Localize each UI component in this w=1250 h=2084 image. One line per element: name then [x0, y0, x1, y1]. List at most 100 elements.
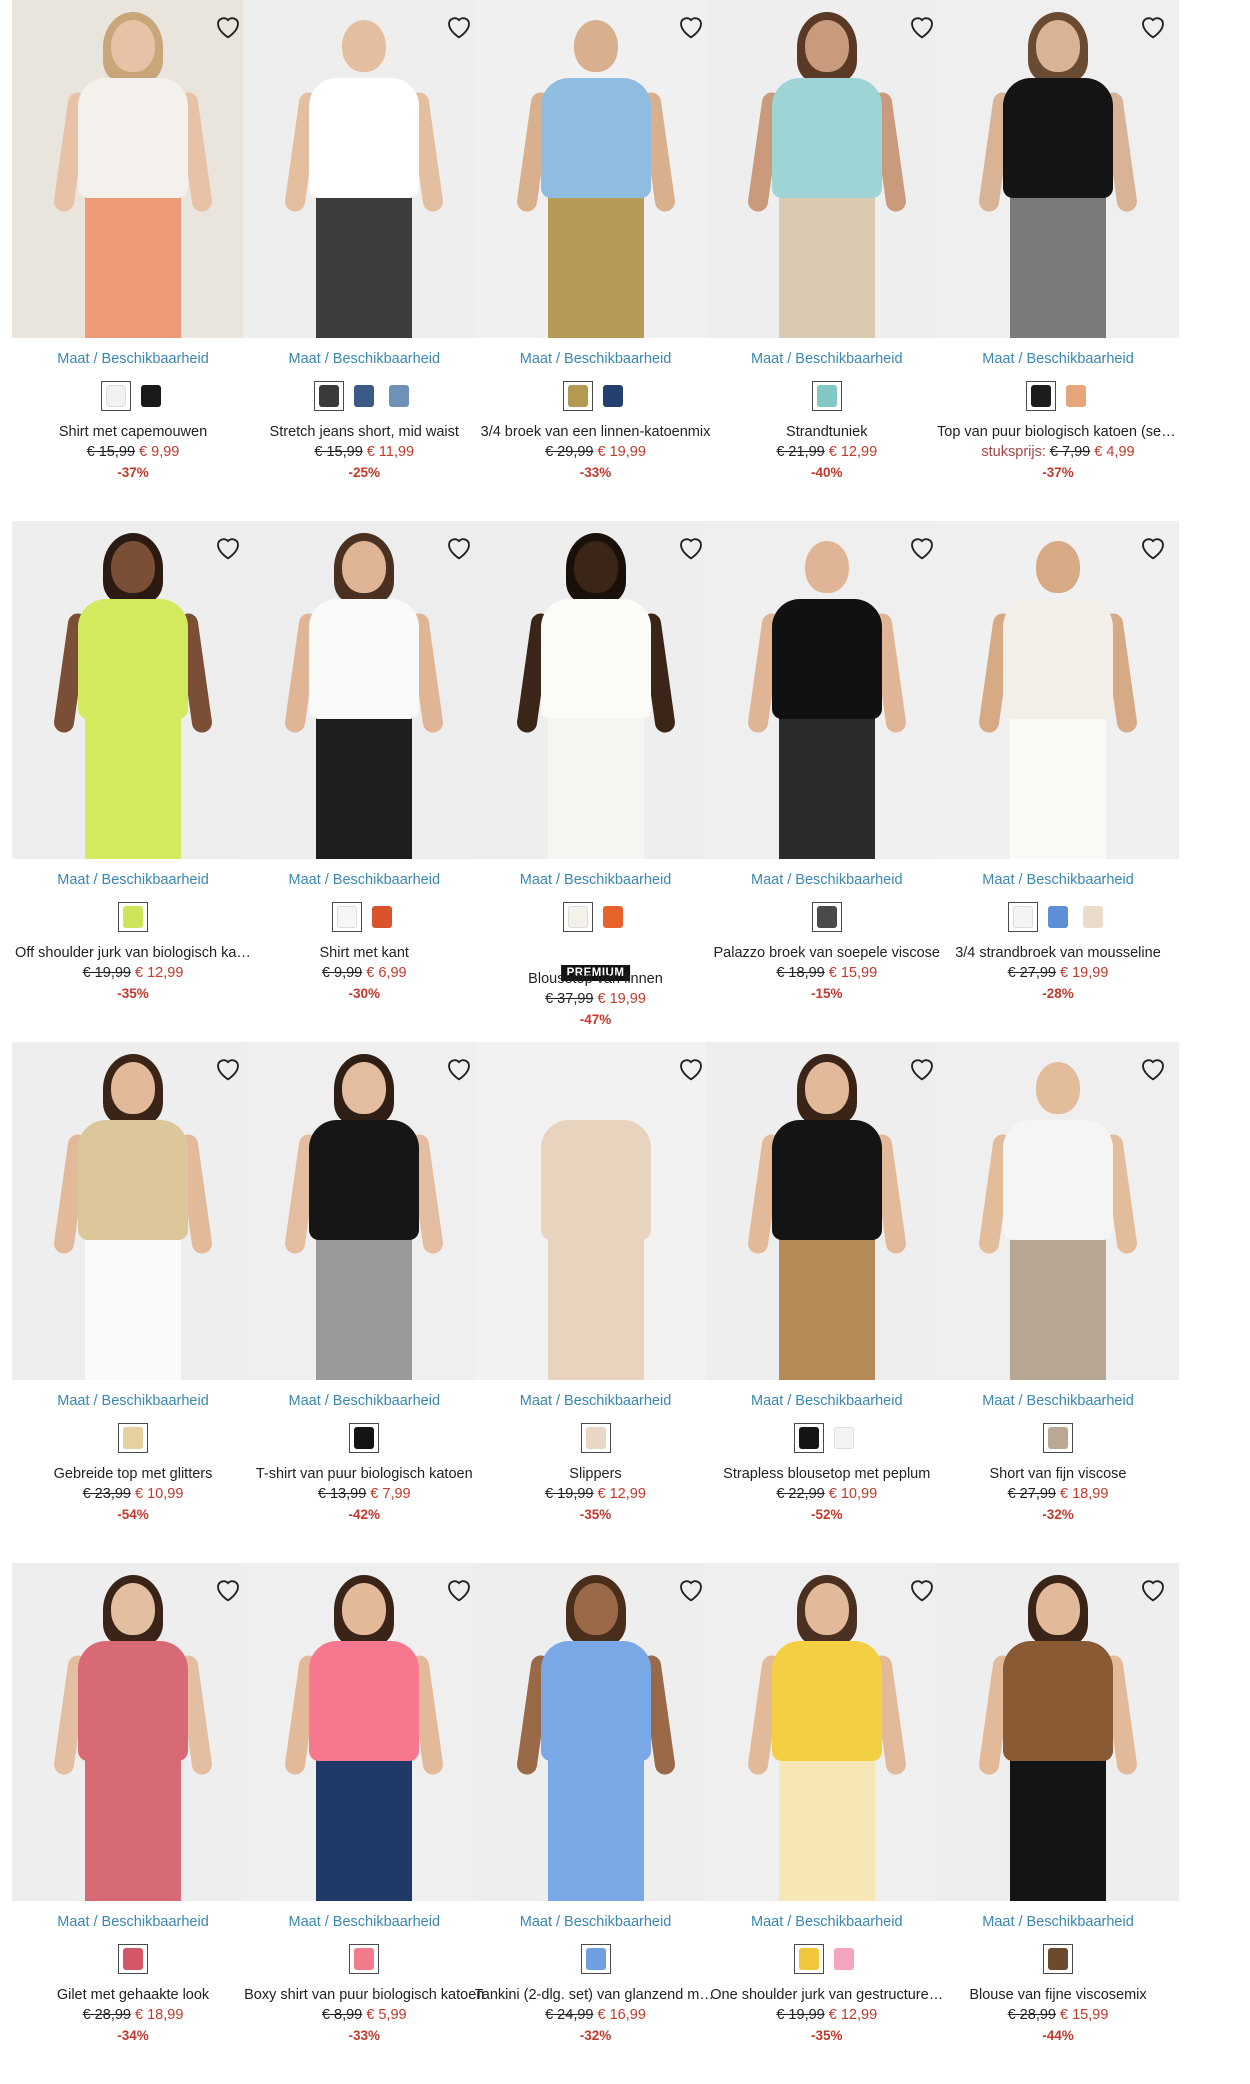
product-image[interactable] — [937, 1563, 1179, 1901]
heart-outline-icon[interactable] — [443, 531, 475, 563]
color-swatch[interactable] — [118, 902, 148, 932]
color-swatch[interactable] — [118, 1944, 148, 1974]
product-image[interactable] — [12, 1563, 254, 1901]
color-swatch[interactable] — [829, 1423, 860, 1453]
product-image[interactable] — [243, 1563, 486, 1901]
color-swatch[interactable] — [349, 1944, 380, 1974]
color-swatch[interactable] — [794, 1944, 825, 1974]
color-swatch[interactable] — [1043, 1423, 1073, 1453]
product-image[interactable] — [937, 0, 1179, 338]
product-card[interactable]: Maat / Beschikbaarheid Strapless blouseto… — [705, 1042, 948, 1552]
product-image[interactable] — [243, 0, 486, 338]
product-name[interactable]: Palazzo broek van soepele viscose — [706, 945, 948, 961]
product-name[interactable]: Boxy shirt van puur biologisch katoen — [243, 1987, 485, 2003]
size-availability-link[interactable]: Maat / Beschikbaarheid — [475, 872, 717, 888]
size-availability-link[interactable]: Maat / Beschikbaarheid — [12, 872, 254, 888]
heart-outline-icon[interactable] — [1137, 10, 1169, 42]
size-availability-link[interactable]: Maat / Beschikbaarheid — [475, 351, 717, 367]
size-availability-link[interactable]: Maat / Beschikbaarheid — [937, 872, 1179, 888]
color-swatch[interactable] — [100, 381, 131, 411]
product-image[interactable] — [474, 0, 717, 338]
product-name[interactable]: Blousetop van linnen — [475, 971, 717, 987]
color-swatch[interactable] — [1078, 902, 1108, 932]
product-name[interactable]: Shirt met capemouwen — [12, 424, 254, 440]
product-card[interactable]: Maat / Beschikbaarheid Gilet met gehaakte… — [12, 1563, 254, 2073]
color-swatch[interactable] — [1025, 381, 1056, 411]
heart-outline-icon[interactable] — [906, 1573, 938, 1605]
heart-outline-icon[interactable] — [906, 1052, 938, 1084]
size-availability-link[interactable]: Maat / Beschikbaarheid — [706, 1393, 948, 1409]
product-name[interactable]: Tankini (2-dlg. set) van glanzend ma… — [475, 1987, 717, 2003]
color-swatch[interactable] — [811, 902, 842, 932]
product-image[interactable] — [243, 521, 486, 859]
heart-outline-icon[interactable] — [212, 1573, 244, 1605]
color-swatch[interactable] — [349, 1423, 380, 1453]
product-name[interactable]: Stretch jeans short, mid waist — [243, 424, 485, 440]
heart-outline-icon[interactable] — [675, 531, 707, 563]
size-availability-link[interactable]: Maat / Beschikbaarheid — [12, 351, 254, 367]
size-availability-link[interactable]: Maat / Beschikbaarheid — [706, 1914, 948, 1930]
product-card[interactable]: Maat / Beschikbaarheid 3/4 strandbroek va… — [937, 521, 1179, 1031]
size-availability-link[interactable]: Maat / Beschikbaarheid — [475, 1914, 717, 1930]
product-image[interactable] — [705, 1563, 948, 1901]
heart-outline-icon[interactable] — [443, 1573, 475, 1605]
product-image[interactable] — [937, 521, 1179, 859]
size-availability-link[interactable]: Maat / Beschikbaarheid — [706, 351, 948, 367]
heart-outline-icon[interactable] — [1137, 1052, 1169, 1084]
product-image[interactable] — [937, 1042, 1179, 1380]
product-image[interactable] — [705, 0, 948, 338]
product-image[interactable] — [705, 1042, 948, 1380]
product-image[interactable] — [705, 521, 948, 859]
size-availability-link[interactable]: Maat / Beschikbaarheid — [937, 1914, 1179, 1930]
product-name[interactable]: Blouse van fijne viscosemix — [937, 1987, 1179, 2003]
product-card[interactable]: Maat / Beschikbaarheid Slippers € 19,99 € … — [474, 1042, 717, 1552]
color-swatch[interactable] — [331, 902, 362, 932]
product-name[interactable]: Off shoulder jurk van biologisch ka… — [12, 945, 254, 961]
color-swatch[interactable] — [1060, 381, 1091, 411]
color-swatch[interactable] — [135, 381, 166, 411]
color-swatch[interactable] — [829, 1944, 860, 1974]
product-name[interactable]: Gilet met gehaakte look — [12, 1987, 254, 2003]
product-card[interactable]: Maat / Beschikbaarheid Boxy shirt van puu… — [243, 1563, 486, 2073]
product-card[interactable]: Maat / Beschikbaarheid Shirt met kant € 9,… — [243, 521, 486, 1031]
color-swatch[interactable] — [811, 381, 842, 411]
product-image[interactable] — [243, 1042, 486, 1380]
color-swatch[interactable] — [118, 1423, 148, 1453]
product-card[interactable]: Maat / Beschikbaarheid Shirt met capemouw… — [12, 0, 254, 510]
color-swatch[interactable] — [314, 381, 345, 411]
product-name[interactable]: Top van puur biologisch katoen (set… — [937, 424, 1179, 440]
color-swatch[interactable] — [598, 381, 628, 411]
product-name[interactable]: One shoulder jurk van gestructure… — [706, 1987, 948, 2003]
product-card[interactable]: Maat / Beschikbaarheid Gebreide top met g… — [12, 1042, 254, 1552]
product-card[interactable]: Maat / Beschikbaarheid 3/4 broek van een … — [474, 0, 717, 510]
product-card[interactable]: Maat / Beschikbaarheid Off shoulder jurk … — [12, 521, 254, 1031]
heart-outline-icon[interactable] — [675, 1052, 707, 1084]
product-name[interactable]: Strandtuniek — [706, 424, 948, 440]
heart-outline-icon[interactable] — [906, 10, 938, 42]
product-name[interactable]: 3/4 broek van een linnen-katoenmix — [475, 424, 717, 440]
color-swatch[interactable] — [1008, 902, 1038, 932]
heart-outline-icon[interactable] — [675, 1573, 707, 1605]
size-availability-link[interactable]: Maat / Beschikbaarheid — [243, 351, 485, 367]
heart-outline-icon[interactable] — [1137, 1573, 1169, 1605]
color-swatch[interactable] — [563, 902, 593, 932]
color-swatch[interactable] — [366, 902, 397, 932]
product-image[interactable] — [474, 1042, 717, 1380]
color-swatch[interactable] — [794, 1423, 825, 1453]
heart-outline-icon[interactable] — [212, 1052, 244, 1084]
product-name[interactable]: Shirt met kant — [243, 945, 485, 961]
heart-outline-icon[interactable] — [906, 531, 938, 563]
color-swatch[interactable] — [563, 381, 593, 411]
product-name[interactable]: Short van fijn viscose — [937, 1466, 1179, 1482]
color-swatch[interactable] — [384, 381, 415, 411]
product-card[interactable]: Maat / Beschikbaarheid PREMIUM Blousetop v… — [474, 521, 717, 1031]
color-swatch[interactable] — [580, 1423, 611, 1453]
color-swatch[interactable] — [349, 381, 380, 411]
color-swatch[interactable] — [580, 1944, 611, 1974]
product-name[interactable]: T-shirt van puur biologisch katoen — [243, 1466, 485, 1482]
heart-outline-icon[interactable] — [1137, 531, 1169, 563]
product-name[interactable]: Gebreide top met glitters — [12, 1466, 254, 1482]
product-card[interactable]: Maat / Beschikbaarheid One shoulder jurk … — [705, 1563, 948, 2073]
product-card[interactable]: Maat / Beschikbaarheid Tankini (2-dlg. se… — [474, 1563, 717, 2073]
heart-outline-icon[interactable] — [443, 10, 475, 42]
